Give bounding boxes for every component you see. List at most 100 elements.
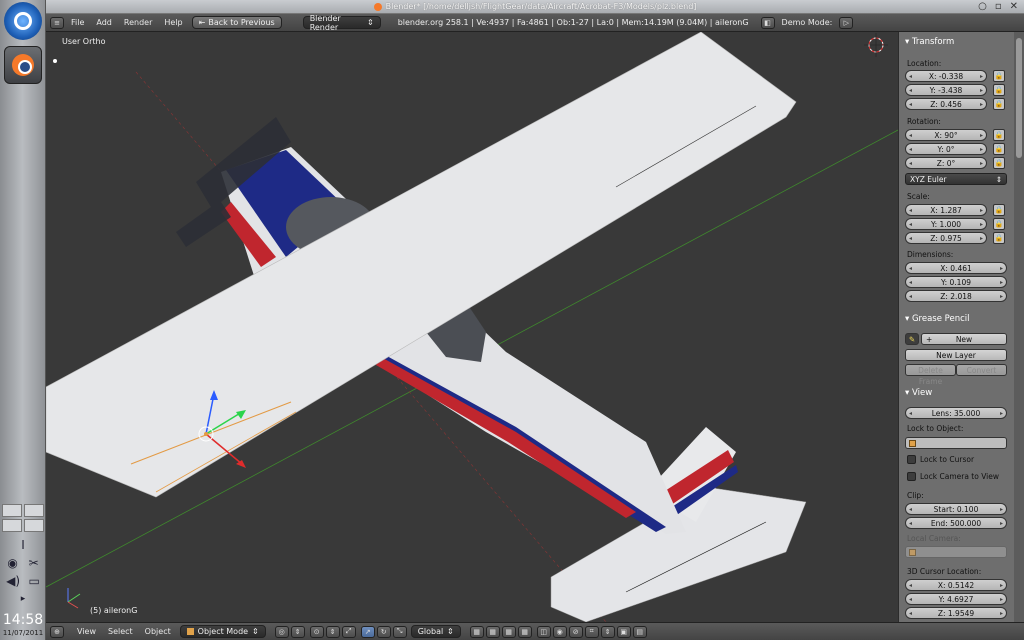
manipulator-toggle-icon[interactable]: ⤢: [341, 625, 356, 638]
render-animation-icon[interactable]: ▤: [632, 625, 647, 638]
pivot-point-icon[interactable]: ⊙: [309, 625, 324, 638]
play-icon[interactable]: ▷: [839, 16, 854, 29]
back-to-previous-button[interactable]: ⇤ Back to Previous: [191, 16, 282, 29]
grease-pencil-panel-header[interactable]: ▾ Grease Pencil: [905, 314, 970, 324]
editor-type-icon[interactable]: ⊕: [50, 625, 64, 638]
scrollbar-thumb[interactable]: [1016, 38, 1022, 158]
workspace-2[interactable]: [24, 504, 44, 517]
layer-grid-icon[interactable]: ▦: [485, 625, 500, 638]
volume-icon[interactable]: ◀): [6, 574, 20, 588]
cursor-z-field[interactable]: Z: 1.9549: [905, 607, 1007, 619]
lock-to-cursor-checkbox[interactable]: Lock to Cursor: [907, 455, 974, 464]
clock-time[interactable]: 14:58: [0, 612, 46, 628]
rotate-manipulator-icon[interactable]: ↻: [376, 625, 391, 638]
transform-orientation-select[interactable]: Global ⇕: [410, 625, 461, 638]
checkbox-icon: [907, 472, 916, 481]
scale-x-field[interactable]: X: 1.287: [905, 204, 987, 216]
clip-start-field[interactable]: Start: 0.100: [905, 503, 1007, 515]
grease-pencil-new-button[interactable]: + New: [921, 333, 1007, 345]
layer-grid-icon[interactable]: ▦: [469, 625, 484, 638]
new-layer-button[interactable]: New Layer: [905, 349, 1007, 361]
rotation-y-field[interactable]: Y: 0°: [905, 143, 987, 155]
menu-select[interactable]: Select: [102, 627, 139, 636]
workspace-4[interactable]: [24, 519, 44, 532]
network-globe-icon[interactable]: ◉: [7, 556, 17, 570]
clip-end-field[interactable]: End: 500.000: [905, 517, 1007, 529]
3d-viewport[interactable]: User Ortho (5) aileronG: [46, 32, 898, 622]
lock-icon[interactable]: 🔒: [993, 204, 1005, 216]
blender-app-icon[interactable]: [4, 46, 42, 84]
lock-icon[interactable]: 🔒: [993, 232, 1005, 244]
local-camera-field[interactable]: [905, 546, 1007, 558]
properties-scrollbar[interactable]: [1014, 32, 1024, 622]
proportional-edit-icon[interactable]: ◉: [552, 625, 567, 638]
tray-row-3: ◀) ▭: [2, 574, 44, 588]
menu-help[interactable]: Help: [158, 18, 188, 27]
start-menu-icon[interactable]: [4, 2, 42, 40]
chevron-updown-icon[interactable]: ⇕: [290, 625, 305, 638]
lock-camera-to-view-label: Lock Camera to View: [920, 472, 1000, 481]
expand-arrow-icon[interactable]: ▸: [21, 594, 26, 604]
lock-to-object-field[interactable]: [905, 437, 1007, 449]
lock-icon[interactable]: 🔒: [993, 129, 1005, 141]
clipboard-icon[interactable]: I: [21, 538, 25, 552]
chevron-updown-icon[interactable]: ⇕: [600, 625, 615, 638]
location-z-field[interactable]: Z: 0.456: [905, 98, 987, 110]
menu-object[interactable]: Object: [139, 627, 177, 636]
scale-y-field[interactable]: Y: 1.000: [905, 218, 987, 230]
chevron-updown-icon[interactable]: ⇕: [325, 625, 340, 638]
translate-manipulator-icon[interactable]: ↗: [360, 625, 375, 638]
lock-camera-to-view-checkbox[interactable]: Lock Camera to View: [907, 472, 999, 481]
menu-view[interactable]: View: [71, 627, 102, 636]
convert-button[interactable]: Convert: [956, 364, 1007, 376]
transform-panel-header[interactable]: ▾ Transform: [905, 37, 954, 47]
snap-icon[interactable]: ⊘: [568, 625, 583, 638]
dimensions-x-field[interactable]: X: 0.461: [905, 262, 1007, 274]
pencil-icon[interactable]: ✎: [905, 333, 919, 345]
scissors-icon[interactable]: ✂: [29, 556, 39, 570]
menu-add[interactable]: Add: [90, 18, 118, 27]
layer-grid-icon[interactable]: ▦: [517, 625, 532, 638]
rotation-z-field[interactable]: Z: 0°: [905, 157, 987, 169]
view-panel-header[interactable]: ▾ View: [905, 388, 932, 398]
lock-icon[interactable]: 🔒: [993, 98, 1005, 110]
render-engine-select[interactable]: Blender Render ⇕: [302, 14, 381, 32]
workspace-switcher[interactable]: [2, 504, 44, 532]
lock-icon[interactable]: 🔒: [993, 218, 1005, 230]
snap-element-icon[interactable]: ⌗: [584, 625, 599, 638]
mode-select[interactable]: Object Mode ⇕: [179, 625, 266, 638]
close-icon[interactable]: ✕: [1010, 1, 1018, 12]
location-y-field[interactable]: Y: -3.438: [905, 84, 987, 96]
toolshelf-toggle-icon[interactable]: [53, 59, 57, 63]
lens-field[interactable]: Lens: 35.000: [905, 407, 1007, 419]
dimensions-y-field[interactable]: Y: 0.109: [905, 276, 1007, 288]
scale-z-field[interactable]: Z: 0.975: [905, 232, 987, 244]
scale-manipulator-icon[interactable]: ⤡: [392, 625, 407, 638]
viewport-shading-icon[interactable]: ◎: [274, 625, 289, 638]
render-opengl-icon[interactable]: ▣: [616, 625, 631, 638]
editor-type-icon[interactable]: ≡: [50, 16, 64, 29]
display-icon[interactable]: ▭: [28, 574, 39, 588]
rotation-mode-select[interactable]: XYZ Euler ⇕: [905, 173, 1007, 185]
dimensions-z-field[interactable]: Z: 2.018: [905, 290, 1007, 302]
rotation-x-field[interactable]: X: 90°: [905, 129, 987, 141]
object-mode-icon: [186, 628, 194, 635]
cursor-y-field[interactable]: Y: 4.6927: [905, 593, 1007, 605]
lock-icon[interactable]: 🔒: [993, 143, 1005, 155]
delete-frame-button[interactable]: Delete Frame: [905, 364, 956, 386]
lock-icon[interactable]: 🔒: [993, 157, 1005, 169]
lock-icon[interactable]: 🔒: [993, 70, 1005, 82]
cursor-x-field[interactable]: X: 0.5142: [905, 579, 1007, 591]
workspace-1[interactable]: [2, 504, 22, 517]
window-titlebar[interactable]: Blender* [/home/delljsh/FlightGear/data/…: [46, 0, 1024, 14]
location-x-field[interactable]: X: -0.338: [905, 70, 987, 82]
minimize-icon[interactable]: ○: [978, 1, 987, 12]
menu-file[interactable]: File: [65, 18, 90, 27]
workspace-3[interactable]: [2, 519, 22, 532]
demo-mode-icon[interactable]: ◧: [760, 16, 775, 29]
layer-grid-icon[interactable]: ▦: [501, 625, 516, 638]
lock-icon[interactable]: 🔒: [993, 84, 1005, 96]
maximize-icon[interactable]: ▫: [995, 1, 1002, 12]
menu-render[interactable]: Render: [118, 18, 158, 27]
lock-layer-icon[interactable]: ◫: [536, 625, 551, 638]
